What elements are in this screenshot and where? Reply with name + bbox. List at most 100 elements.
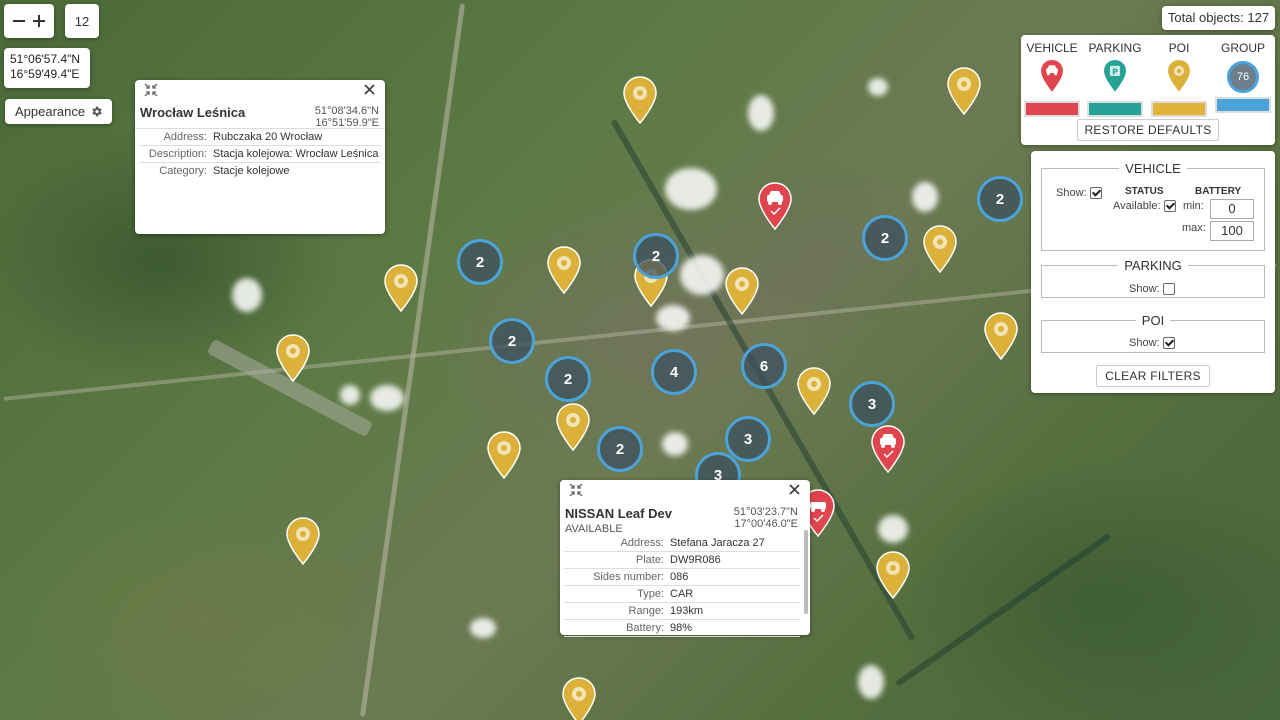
poi-pin[interactable]	[275, 333, 311, 383]
poi-color-swatch[interactable]	[1151, 101, 1207, 117]
cluster-count: 2	[545, 356, 591, 402]
poi-pin[interactable]	[724, 266, 760, 316]
legend-label: POI	[1168, 41, 1190, 55]
poi-pin[interactable]	[922, 224, 958, 274]
poi-pin[interactable]	[946, 66, 982, 116]
cloud	[232, 278, 262, 312]
cloud	[858, 665, 884, 699]
vehicle-pin[interactable]	[757, 181, 793, 231]
battery-title: BATTERY	[1195, 186, 1242, 197]
svg-text:P: P	[1112, 68, 1118, 77]
cluster-count: 2	[862, 215, 908, 261]
parking-color-swatch[interactable]	[1087, 101, 1143, 117]
popup-row: Battery: 98%	[564, 620, 800, 637]
cluster-marker[interactable]: 2	[545, 356, 591, 402]
popup-row: Type: CAR	[564, 586, 800, 603]
popup-latitude: 51°03'23.7"N	[733, 506, 798, 518]
latitude: 51°06'57.4"N	[10, 52, 81, 66]
parking-icon: P	[1102, 58, 1128, 94]
cloud	[878, 515, 908, 543]
total-objects-label: Total objects: 127	[1167, 10, 1270, 25]
poi-popup: Wrocław Leśnica 51°08'34.6"N 16°51'59.9"…	[135, 80, 385, 234]
poi-pin[interactable]	[983, 311, 1019, 361]
cluster-marker[interactable]: 2	[457, 239, 503, 285]
close-icon[interactable]	[364, 84, 375, 95]
cluster-marker[interactable]: 3	[849, 381, 895, 427]
available-checkbox[interactable]	[1163, 200, 1176, 213]
cluster-count: 2	[597, 426, 643, 472]
minus-icon[interactable]	[12, 14, 26, 28]
gear-icon	[92, 106, 102, 117]
legend-poi: POI	[1149, 35, 1209, 117]
popup-title: NISSAN Leaf Dev	[565, 506, 672, 521]
poi-pin[interactable]	[796, 366, 832, 416]
legend-group: GROUP 76	[1213, 35, 1273, 113]
close-icon[interactable]	[789, 484, 800, 495]
cluster-count: 2	[977, 176, 1023, 222]
poi-pin[interactable]	[486, 430, 522, 480]
clear-filters-button[interactable]: CLEAR FILTERS	[1096, 365, 1210, 387]
cluster-count: 2	[633, 233, 679, 279]
parking-show-checkbox[interactable]	[1162, 283, 1175, 296]
cloud	[680, 255, 724, 295]
popup-title: Wrocław Leśnica	[140, 105, 246, 120]
restore-defaults-button[interactable]: RESTORE DEFAULTS	[1077, 119, 1219, 141]
poi-pin[interactable]	[285, 516, 321, 566]
river	[894, 532, 1112, 688]
vehicle-color-swatch[interactable]	[1024, 101, 1080, 117]
cluster-marker[interactable]: 2	[489, 318, 535, 364]
zoom-level: 12	[65, 4, 99, 38]
cluster-marker[interactable]: 4	[651, 349, 697, 395]
cloud	[340, 385, 360, 405]
coordinates-display: 51°06'57.4"N 16°59'49.4"E	[4, 48, 90, 88]
filters-panel: VEHICLE Show: STATUS Available: BATTERY …	[1031, 151, 1275, 393]
poi-pin[interactable]	[383, 263, 419, 313]
collapse-icon[interactable]	[144, 83, 158, 97]
poi-show-checkbox[interactable]	[1162, 337, 1175, 350]
cluster-marker[interactable]: 2	[633, 233, 679, 279]
legend-label: GROUP	[1220, 41, 1265, 55]
cluster-count: 4	[651, 349, 697, 395]
battery-min-input[interactable]: 0	[1210, 199, 1254, 219]
plus-icon[interactable]	[32, 14, 46, 28]
popup-longitude: 17°00'46.0"E	[734, 518, 798, 530]
legend-panel: VEHICLE PARKING P POI GROUP 76 RESTORE D…	[1021, 35, 1275, 145]
cluster-marker[interactable]: 2	[862, 215, 908, 261]
cluster-count: 2	[489, 318, 535, 364]
cluster-marker[interactable]: 6	[741, 343, 787, 389]
cluster-marker[interactable]: 2	[977, 176, 1023, 222]
cloud	[912, 182, 938, 212]
poi-pin[interactable]	[622, 75, 658, 125]
poi-pin[interactable]	[561, 676, 597, 720]
cloud	[665, 168, 717, 210]
legend-label: VEHICLE	[1026, 41, 1078, 55]
poi-icon	[1166, 58, 1192, 94]
battery-min-label: min:	[1183, 200, 1204, 212]
total-objects: Total objects: 127	[1162, 6, 1275, 30]
vehicle-pin[interactable]	[870, 424, 906, 474]
cluster-count: 3	[849, 381, 895, 427]
popup-row: Description: Stacja kolejowa: Wrocław Leś…	[139, 146, 381, 163]
popup-row: Sides number: 086	[564, 569, 800, 586]
poi-pin[interactable]	[555, 402, 591, 452]
available-label: Available:	[1113, 200, 1161, 212]
battery-max-input[interactable]: 100	[1210, 221, 1254, 241]
group-badge-icon: 76	[1227, 61, 1259, 93]
poi-pin[interactable]	[875, 550, 911, 600]
popup-row: Category: Stacje kolejowe	[159, 165, 290, 177]
popup-scroll-area[interactable]: Address: Stefana Jaracza 27 Plate: DW9R086…	[560, 535, 804, 637]
cluster-count: 2	[457, 239, 503, 285]
status-title: STATUS	[1125, 186, 1164, 197]
poi-pin[interactable]	[546, 245, 582, 295]
cloud	[868, 78, 888, 96]
poi-filter-title: POI	[1141, 313, 1165, 328]
cluster-marker[interactable]: 2	[597, 426, 643, 472]
appearance-label: Appearance	[15, 104, 86, 119]
popup-scrollbar[interactable]	[804, 530, 808, 614]
appearance-button[interactable]: Appearance	[5, 99, 112, 124]
group-color-swatch[interactable]	[1215, 97, 1271, 113]
collapse-icon[interactable]	[569, 483, 583, 497]
popup-row: Address: Stefana Jaracza 27	[564, 535, 800, 552]
vehicle-show-checkbox[interactable]	[1089, 187, 1102, 200]
vehicle-show-label: Show:	[1056, 187, 1087, 199]
